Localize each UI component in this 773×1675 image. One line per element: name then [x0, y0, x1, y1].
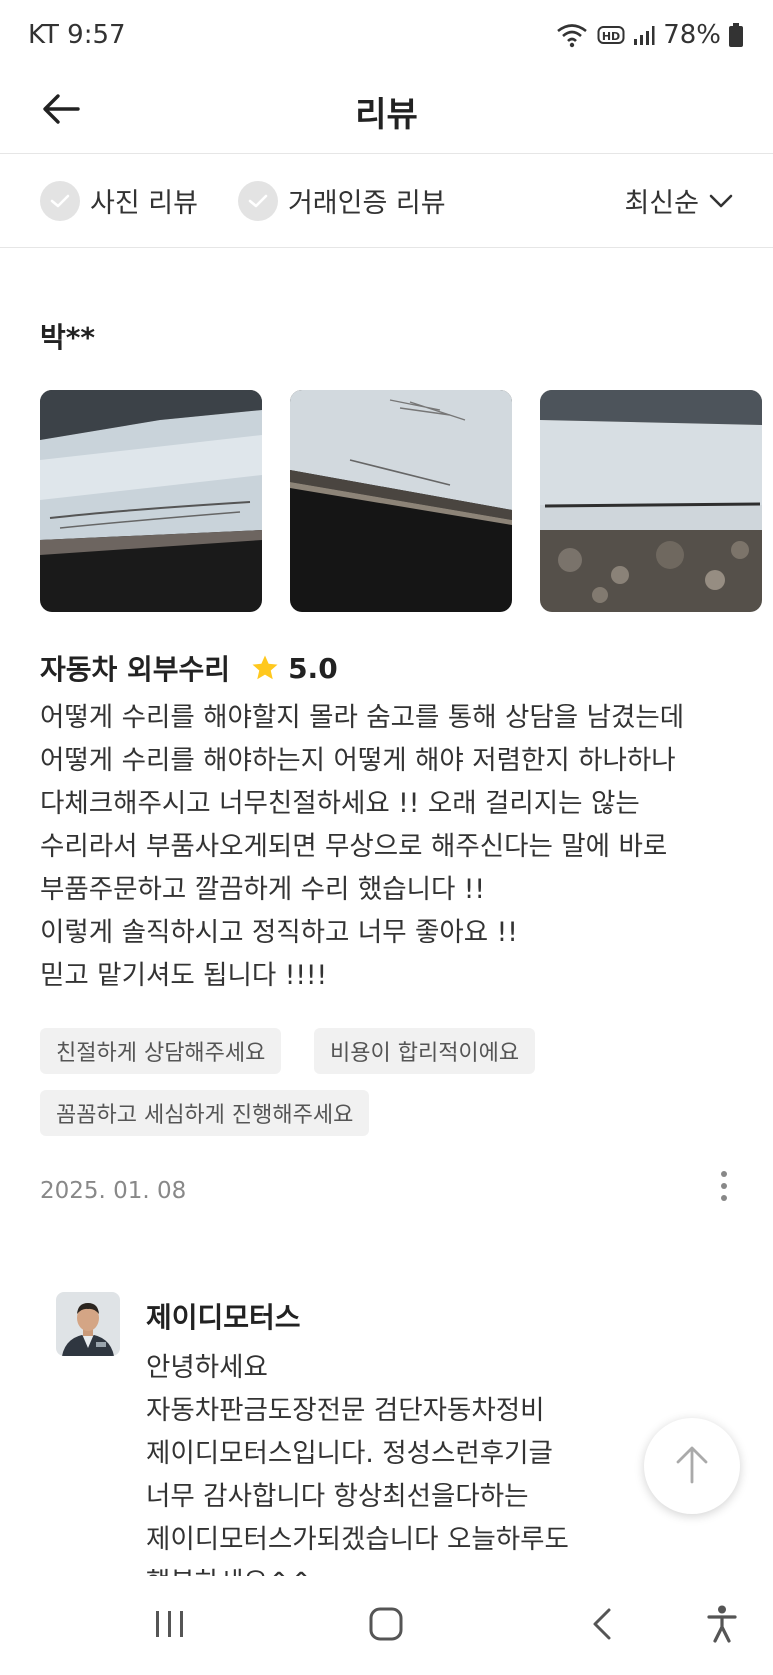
avatar [56, 1292, 120, 1356]
battery-icon [729, 23, 743, 47]
accessibility-button[interactable] [692, 1601, 752, 1651]
battery-level: 78% [663, 20, 721, 50]
scroll-to-top-button[interactable] [644, 1418, 740, 1514]
hd-icon: HD [597, 24, 625, 46]
status-time: KT 9:57 [28, 20, 126, 50]
system-nav-bar [0, 1577, 773, 1675]
review-tag: 비용이 합리적이에요 [314, 1028, 536, 1074]
review-text-line: 어떻게 수리를 해야할지 몰라 숨고를 통해 상담을 남겼는데 [40, 702, 685, 733]
verified-review-filter[interactable]: 거래인증 리뷰 [237, 180, 446, 221]
arrow-left-icon [42, 93, 80, 129]
review-photos [40, 390, 762, 612]
review-photo[interactable] [540, 390, 762, 612]
review-text-line: 다체크해주시고 너무친절하세요 !! 오래 걸리지는 않는 [40, 788, 640, 819]
sort-dropdown[interactable]: 최신순 [624, 181, 733, 220]
back-button[interactable] [36, 86, 86, 136]
system-back-button[interactable] [572, 1601, 632, 1651]
service-rating-row: 자동차 외부수리 5.0 [40, 648, 338, 688]
reply-text-line: 행복하세요^^ [146, 1561, 646, 1576]
more-vertical-icon [720, 1170, 728, 1206]
check-icon [237, 180, 278, 221]
reply-text-line: 제이디모터스입니다. 정성스런후기글 [146, 1438, 553, 1469]
svg-text:HD: HD [602, 30, 620, 43]
page-title: 리뷰 [355, 95, 418, 135]
verified-review-label: 거래인증 리뷰 [287, 188, 446, 219]
service-name: 자동차 외부수리 [40, 653, 231, 686]
reply-text-line: 안녕하세요 [146, 1352, 268, 1383]
review-text-line: 이렇게 솔직하시고 정직하고 너무 좋아요 !! [40, 917, 518, 948]
status-bar: KT 9:57 HD 78% [0, 0, 773, 70]
app-header: 리뷰 [0, 70, 773, 154]
chevron-left-icon [591, 1607, 613, 1645]
reply-text-line: 제이디모터스가되겠습니다 오늘하루도 [146, 1524, 569, 1555]
review-text-line: 수리라서 부품사오게되면 무상으로 해주신다는 말에 바로 [40, 831, 668, 862]
rating-value: 5.0 [288, 651, 338, 685]
filter-bar: 사진 리뷰 거래인증 리뷰 최신순 [0, 154, 773, 248]
status-icons: HD 78% [555, 20, 743, 50]
reply-text-line: 자동차판금도장전문 검단자동차정비 [146, 1395, 545, 1426]
review-photo[interactable] [290, 390, 512, 612]
sort-label: 최신순 [624, 188, 699, 219]
reply-body: 안녕하세요 자동차판금도장전문 검단자동차정비 제이디모터스입니다. 정성스런후… [146, 1346, 646, 1576]
photo-review-filter[interactable]: 사진 리뷰 [40, 180, 198, 221]
review-text-line: 믿고 맡기셔도 됩니다 !!!! [40, 960, 328, 991]
check-icon [40, 180, 80, 221]
photo-review-label: 사진 리뷰 [90, 188, 198, 219]
more-options-button[interactable] [704, 1168, 744, 1208]
reviewer-name: 박** [40, 321, 96, 354]
accessibility-icon [707, 1605, 737, 1647]
review-body: 어떻게 수리를 해야할지 몰라 숨고를 통해 상담을 남겼는데 어떻게 수리를 … [40, 696, 740, 997]
review-date: 2025. 01. 08 [40, 1178, 187, 1204]
recent-apps-button[interactable] [140, 1601, 200, 1651]
home-button[interactable] [356, 1601, 416, 1651]
review-tag: 친절하게 상담해주세요 [40, 1028, 282, 1074]
home-icon [369, 1607, 403, 1645]
chevron-down-icon [709, 185, 733, 216]
review-text-line: 어떻게 수리를 해야하는지 어떻게 해야 저렴한지 하나하나 [40, 745, 676, 776]
review-photo[interactable] [40, 390, 262, 612]
business-name: 제이디모터스 [146, 1301, 301, 1334]
arrow-up-icon [674, 1444, 710, 1488]
review-tag: 꼼꼼하고 세심하게 진행해주세요 [40, 1090, 370, 1136]
signal-icon [633, 24, 655, 46]
star-icon [250, 653, 280, 683]
wifi-icon [555, 22, 589, 48]
review-text-line: 부품주문하고 깔끔하게 수리 했습니다 !! [40, 874, 486, 905]
recent-apps-icon [153, 1609, 187, 1643]
reply-text-line: 너무 감사합니다 항상최선을다하는 [146, 1481, 529, 1512]
